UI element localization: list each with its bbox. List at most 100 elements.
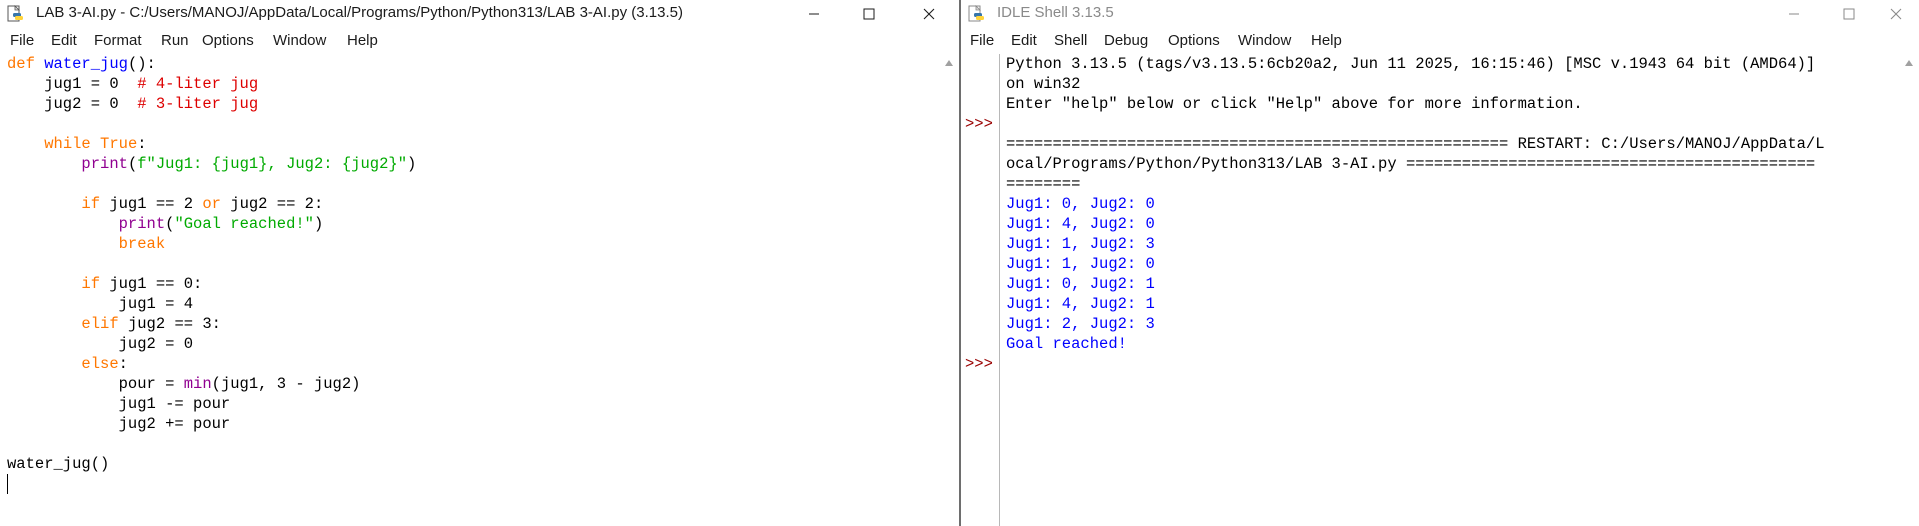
menu-edit[interactable]: Edit — [1011, 32, 1037, 50]
code-token: jug1 = 0 — [7, 75, 138, 93]
code-token: jug2 == 2: — [220, 195, 324, 213]
shell-header-line: ========================================… — [1006, 135, 1825, 153]
menu-window[interactable]: Window — [273, 32, 326, 50]
code-line: jug2 = 0 — [7, 334, 940, 354]
shell-output-line: Jug1: 1, Jug2: 3 — [1006, 235, 1155, 253]
editor-window-title: LAB 3-AI.py - C:/Users/MANOJ/AppData/Loc… — [36, 4, 683, 21]
code-token: jug1 == 2 — [100, 195, 203, 213]
editor-menu-bar: File Edit Format Run Options Window Help — [0, 29, 960, 53]
shell-menu-bar: File Edit Shell Debug Options Window Hel… — [961, 29, 1919, 53]
code-token: (): — [127, 55, 156, 73]
shell-output-line: Jug1: 1, Jug2: 0 — [1006, 255, 1155, 273]
close-button[interactable] — [1873, 0, 1919, 27]
shell-title-bar[interactable]: IDLE Shell 3.13.5 — [961, 0, 1919, 27]
shell-header-line — [1006, 114, 1899, 134]
menu-window[interactable]: Window — [1238, 32, 1291, 50]
shell-output[interactable]: Python 3.13.5 (tags/v3.13.5:6cb20a2, Jun… — [1006, 54, 1899, 526]
code-token: min — [183, 375, 212, 393]
code-line: break — [7, 234, 940, 254]
code-token: : — [118, 355, 128, 373]
menu-shell[interactable]: Shell — [1054, 32, 1087, 50]
menu-options[interactable]: Options — [202, 32, 254, 50]
minimize-button[interactable] — [1771, 0, 1817, 27]
code-token: jug2 = 0 — [7, 335, 194, 353]
minimize-button[interactable] — [791, 0, 837, 27]
code-token: f"Jug1: {jug1}, Jug2: {jug2}" — [137, 155, 407, 173]
editor-title-bar[interactable]: LAB 3-AI.py - C:/Users/MANOJ/AppData/Loc… — [0, 0, 960, 27]
code-token: jug1 -= pour — [7, 395, 231, 413]
code-line: jug1 = 0 # 4-liter jug — [7, 74, 940, 94]
code-token: jug1 = 4 — [7, 295, 194, 313]
shell-prompt-sidebar: >>> >>> — [961, 54, 1000, 526]
shell-output-line: Jug1: 0, Jug2: 0 — [1006, 195, 1155, 213]
code-token: break — [118, 235, 166, 253]
code-token: : — [137, 135, 147, 153]
menu-run[interactable]: Run — [161, 32, 189, 50]
shell-output-line: Jug1: 4, Jug2: 1 — [1006, 295, 1155, 313]
maximize-button[interactable] — [846, 0, 892, 27]
maximize-button[interactable] — [1826, 0, 1872, 27]
code-token: jug2 = 0 — [7, 95, 138, 113]
code-line: if jug1 == 0: — [7, 274, 940, 294]
menu-debug[interactable]: Debug — [1104, 32, 1148, 50]
menu-help[interactable]: Help — [347, 32, 378, 50]
code-line: jug2 += pour — [7, 414, 940, 434]
shell-output-line: Jug1: 4, Jug2: 0 — [1006, 215, 1155, 233]
code-line: while True: — [7, 134, 940, 154]
code-token: jug1 == 0: — [100, 275, 203, 293]
shell-header-line: on win32 — [1006, 75, 1081, 93]
menu-options[interactable]: Options — [1168, 32, 1220, 50]
code-token: water_jug() — [7, 455, 110, 473]
minimize-icon — [1789, 13, 1799, 14]
code-token: def — [7, 55, 35, 73]
code-token: ) — [313, 215, 324, 233]
code-token: "Goal reached!" — [174, 215, 314, 233]
code-token: # 3-liter jug — [137, 95, 259, 113]
code-token: jug2 == 3: — [118, 315, 221, 333]
code-line: jug2 = 0 # 3-liter jug — [7, 94, 940, 114]
code-token: print — [118, 215, 166, 233]
minimize-icon — [809, 13, 819, 14]
code-token: water_jug — [44, 55, 128, 73]
shell-output-line: Jug1: 2, Jug2: 3 — [1006, 315, 1155, 333]
shell-prompt: >>> — [965, 115, 993, 133]
shell-header-line: Enter "help" below or click "Help" above… — [1006, 95, 1583, 113]
close-icon — [923, 8, 935, 19]
scroll-up-arrow-icon[interactable] — [945, 60, 953, 66]
code-editor[interactable]: def water_jug(): jug1 = 0 # 4-liter jug … — [7, 54, 940, 526]
scroll-up-arrow-icon[interactable] — [1905, 60, 1913, 66]
menu-help[interactable]: Help — [1311, 32, 1342, 50]
shell-output-line: Goal reached! — [1006, 335, 1127, 353]
code-line: elif jug2 == 3: — [7, 314, 940, 334]
menu-file[interactable]: File — [10, 32, 34, 50]
code-line: water_jug() — [7, 454, 940, 474]
menu-file[interactable]: File — [970, 32, 994, 50]
code-token: elif — [81, 315, 119, 333]
shell-scrollbar[interactable] — [1900, 54, 1917, 526]
menu-format[interactable]: Format — [94, 32, 142, 50]
menu-edit[interactable]: Edit — [51, 32, 77, 50]
code-token: print — [81, 155, 128, 173]
maximize-icon — [863, 8, 875, 19]
code-line — [7, 474, 940, 494]
editor-window: LAB 3-AI.py - C:/Users/MANOJ/AppData/Loc… — [0, 0, 960, 526]
close-button[interactable] — [906, 0, 952, 27]
code-line: jug1 = 4 — [7, 294, 940, 314]
shell-header-line: Python 3.13.5 (tags/v3.13.5:6cb20a2, Jun… — [1006, 55, 1816, 73]
editor-scrollbar[interactable] — [940, 54, 957, 526]
shell-prompt: >>> — [965, 355, 993, 373]
shell-header-line: ocal/Programs/Python/Python313/LAB 3-AI.… — [1006, 155, 1816, 173]
